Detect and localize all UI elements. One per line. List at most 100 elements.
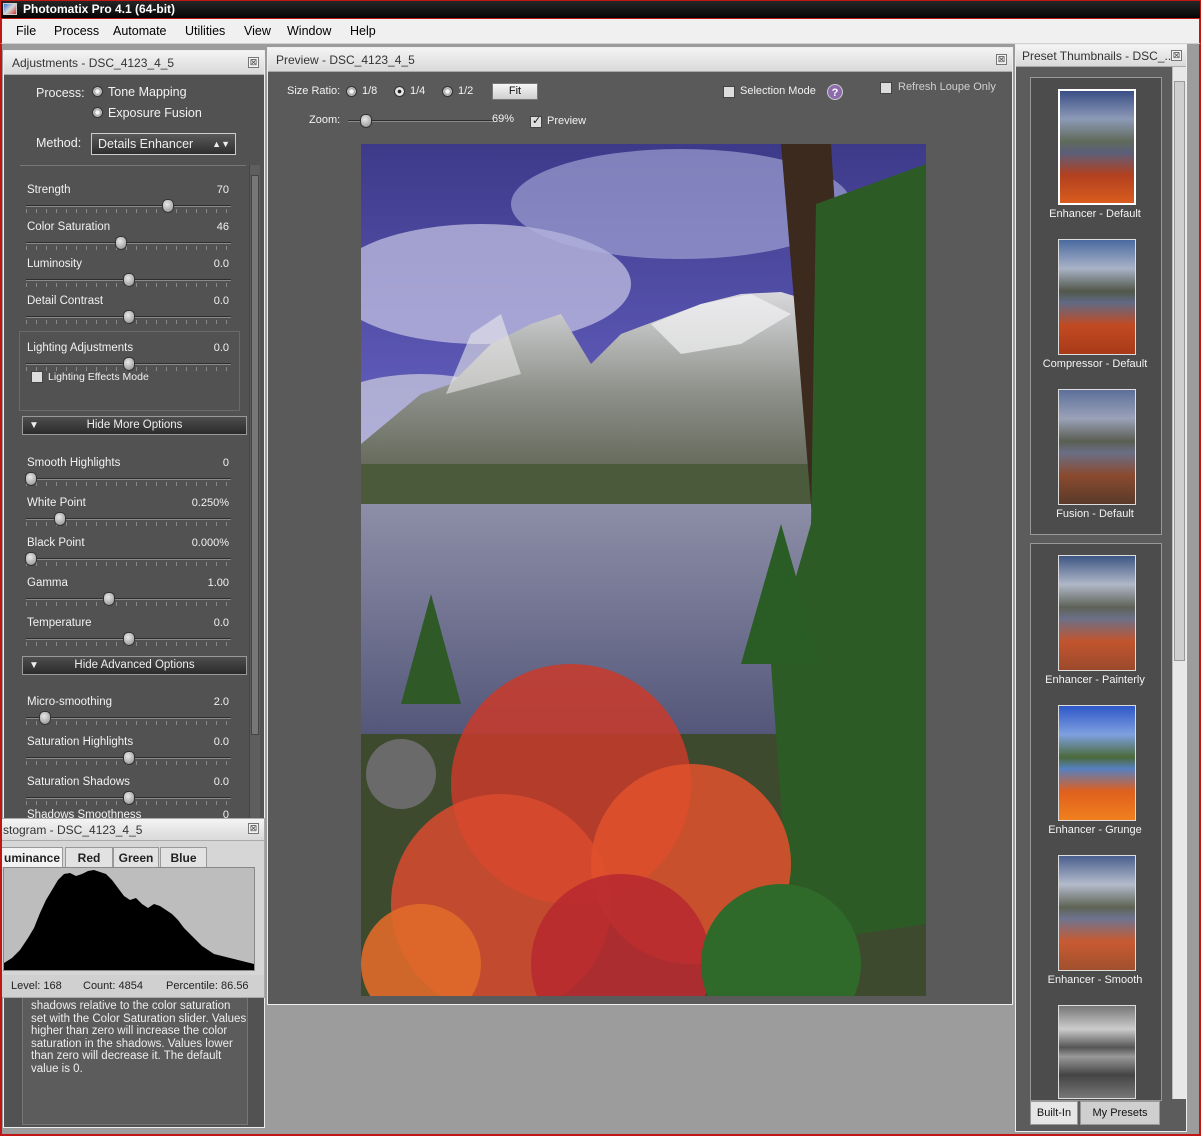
scrollbar-thumb[interactable] xyxy=(251,175,259,735)
preset-thumb-enhancer-grunge[interactable] xyxy=(1058,705,1136,821)
luminosity-slider-thumb[interactable] xyxy=(122,273,135,287)
histogram-window: stogram - DSC_4123_4_5 ⊠ uminance Red Gr… xyxy=(0,818,265,998)
hide-advanced-options-button[interactable]: ▼ Hide Advanced Options xyxy=(22,656,247,675)
menu-view[interactable]: View xyxy=(244,24,271,38)
strength-label: Strength xyxy=(27,184,71,196)
hide-more-options-button[interactable]: ▼ Hide More Options xyxy=(22,416,247,435)
ratio-1-4-label[interactable]: 1/4 xyxy=(410,85,425,97)
black-point-slider-track[interactable] xyxy=(26,558,231,560)
preset-thumb-enhancer-painterly[interactable] xyxy=(1058,555,1136,671)
selection-mode-label[interactable]: Selection Mode xyxy=(740,85,816,97)
menu-file[interactable]: File xyxy=(16,24,36,38)
selection-mode-checkbox[interactable] xyxy=(723,86,735,98)
refresh-loupe-label[interactable]: Refresh Loupe Only xyxy=(898,81,996,93)
detail-contrast-value: 0.0 xyxy=(213,295,229,307)
tab-green[interactable]: Green xyxy=(113,847,159,867)
histogram-count: Count: 4854 xyxy=(83,980,143,992)
luminosity-label: Luminosity xyxy=(27,258,82,270)
menu-window[interactable]: Window xyxy=(287,24,331,38)
slider-ticks xyxy=(26,209,231,213)
tab-built-in[interactable]: Built-In xyxy=(1030,1101,1078,1125)
strength-value: 70 xyxy=(216,184,229,196)
saturation-shadows-slider-thumb[interactable] xyxy=(122,791,135,805)
histogram-percentile: Percentile: 86.56 xyxy=(166,980,249,992)
fit-button[interactable]: Fit xyxy=(492,83,538,100)
micro-smoothing-slider-track[interactable] xyxy=(26,717,231,719)
temperature-value: 0.0 xyxy=(213,617,229,629)
preset-list: Enhancer - Default Compressor - Default Fu… xyxy=(1030,45,1162,1105)
saturation-highlights-value: 0.0 xyxy=(213,736,229,748)
menu-process[interactable]: Process xyxy=(54,24,99,38)
ratio-1-8-label[interactable]: 1/8 xyxy=(362,85,377,97)
histogram-level: Level: 168 xyxy=(11,980,62,992)
histogram-status: Level: 168 Count: 4854 Percentile: 86.56 xyxy=(1,975,264,997)
preview-check-label[interactable]: Preview xyxy=(547,115,586,127)
close-icon[interactable]: ⊠ xyxy=(248,823,259,834)
tab-luminance[interactable]: uminance xyxy=(1,847,63,867)
info-line: set with the Color Saturation slider. Va… xyxy=(31,1012,247,1025)
white-point-slider-thumb[interactable] xyxy=(54,512,67,526)
histogram-plot xyxy=(3,867,255,971)
histogram-graph xyxy=(4,870,254,970)
white-point-label: White Point xyxy=(27,497,86,509)
smooth-highlights-slider-thumb[interactable] xyxy=(25,472,37,486)
preset-thumb-enhancer-smooth[interactable] xyxy=(1058,855,1136,971)
lighting-effects-checkbox[interactable] xyxy=(31,371,43,383)
gamma-slider-track[interactable] xyxy=(26,598,231,600)
refresh-loupe-checkbox[interactable] xyxy=(880,82,892,94)
landscape-photo xyxy=(361,144,926,996)
gamma-slider-thumb[interactable] xyxy=(103,592,115,606)
preview-checkbox[interactable]: ✓ xyxy=(530,115,542,128)
micro-smoothing-slider-thumb[interactable] xyxy=(38,711,51,725)
tab-blue[interactable]: Blue xyxy=(160,847,207,867)
ratio-1-8-radio[interactable] xyxy=(346,86,357,97)
menu-bar: File Process Automate Utilities View Win… xyxy=(0,19,1201,44)
strength-slider-thumb[interactable] xyxy=(161,199,174,213)
triangle-down-icon: ▼ xyxy=(29,660,39,671)
tab-my-presets[interactable]: My Presets xyxy=(1080,1101,1160,1125)
color-saturation-value: 46 xyxy=(216,221,229,233)
help-icon[interactable]: ? xyxy=(827,84,843,100)
scrollbar-thumb[interactable] xyxy=(1174,81,1185,661)
tab-red[interactable]: Red xyxy=(65,847,113,867)
app-icon[interactable] xyxy=(3,3,17,15)
ratio-1-4-radio[interactable] xyxy=(394,86,405,97)
ratio-1-2-label[interactable]: 1/2 xyxy=(458,85,473,97)
micro-smoothing-label: Micro-smoothing xyxy=(27,696,112,708)
black-point-value: 0.000% xyxy=(191,537,229,549)
presets-scrollbar[interactable] xyxy=(1172,67,1186,1099)
saturation-highlights-slider-thumb[interactable] xyxy=(122,751,135,765)
preset-thumb-fusion-default[interactable] xyxy=(1058,389,1136,505)
black-point-slider-thumb[interactable] xyxy=(25,552,37,566)
menu-utilities[interactable]: Utilities xyxy=(185,24,225,38)
color-saturation-slider-track[interactable] xyxy=(26,242,231,244)
menu-automate[interactable]: Automate xyxy=(113,24,167,38)
color-saturation-slider-thumb[interactable] xyxy=(114,236,127,250)
detail-contrast-slider-thumb[interactable] xyxy=(122,310,135,324)
adjustments-scrollbar[interactable] xyxy=(249,165,260,821)
temperature-slider-thumb[interactable] xyxy=(122,632,135,646)
zoom-slider-thumb[interactable] xyxy=(360,114,372,128)
preset-label-enhancer-default: Enhancer - Default xyxy=(1049,208,1141,220)
smooth-highlights-value: 0 xyxy=(222,457,229,469)
smooth-highlights-slider-track[interactable] xyxy=(26,478,231,480)
black-point-label: Black Point xyxy=(27,537,85,549)
preview-image[interactable] xyxy=(361,144,926,996)
preset-thumb-enhancer-default[interactable] xyxy=(1058,89,1136,205)
hide-more-options-label: Hide More Options xyxy=(86,419,183,431)
close-icon[interactable]: ⊠ xyxy=(1171,50,1182,61)
slider-ticks xyxy=(26,246,231,250)
smooth-highlights-label: Smooth Highlights xyxy=(27,457,121,469)
histogram-title: stogram - DSC_4123_4_5 xyxy=(3,823,143,837)
zoom-label: Zoom: xyxy=(309,114,341,126)
lighting-effects-label[interactable]: Lighting Effects Mode xyxy=(48,371,149,383)
preset-thumb-partial[interactable] xyxy=(1058,1005,1136,1099)
strength-slider-track[interactable] xyxy=(26,205,231,207)
ratio-1-2-radio[interactable] xyxy=(442,86,453,97)
preset-thumb-compressor-default[interactable] xyxy=(1058,239,1136,355)
luminosity-value: 0.0 xyxy=(213,258,229,270)
temperature-label: Temperature xyxy=(27,617,92,629)
menu-help[interactable]: Help xyxy=(350,24,376,38)
close-icon[interactable]: ⊠ xyxy=(996,54,1007,65)
slider-ticks xyxy=(26,482,231,486)
